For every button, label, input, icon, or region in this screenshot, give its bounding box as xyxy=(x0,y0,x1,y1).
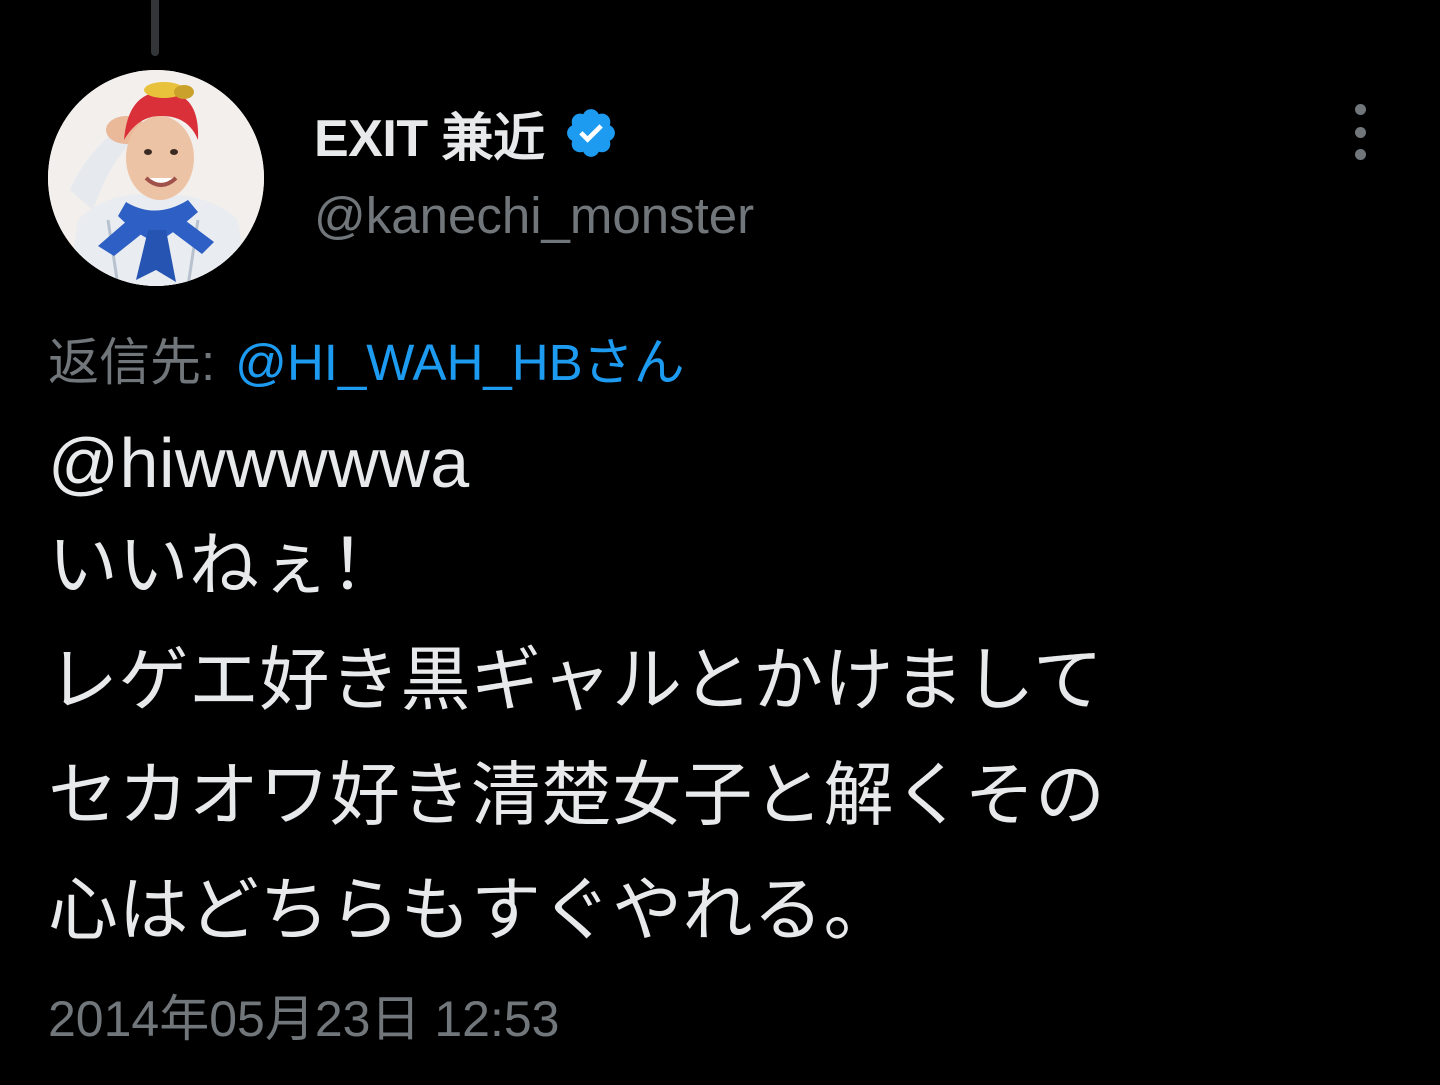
tweet-line: レゲエ好き黒ギャルとかけまして xyxy=(48,641,1104,719)
reply-mention-link[interactable]: @HI_WAH_HBさん xyxy=(235,334,684,391)
tweet-line: いいねぇ！ xyxy=(48,526,401,604)
tweet-header: EXIT 兼近 @kanechi_monster xyxy=(314,96,754,245)
reply-label: 返信先: xyxy=(48,334,216,391)
reply-context: 返信先: @HI_WAH_HBさん xyxy=(48,330,685,396)
more-options-button[interactable] xyxy=(1336,104,1384,160)
display-name[interactable]: EXIT 兼近 xyxy=(314,96,545,171)
avatar[interactable] xyxy=(48,70,264,286)
thread-connector-line xyxy=(151,0,159,56)
verified-badge-icon[interactable] xyxy=(563,105,619,161)
tweet-line: 心はどちらもすぐやれる。 xyxy=(48,871,894,949)
more-dot-icon xyxy=(1354,104,1366,115)
tweet-line: セカオワ好き清楚女子と解くその xyxy=(48,756,1106,834)
more-dot-icon xyxy=(1354,126,1366,138)
tweet-line: @hiwwwwwa xyxy=(48,424,470,502)
user-handle[interactable]: @kanechi_monster xyxy=(314,186,754,245)
profile-photo xyxy=(48,70,264,286)
tweet-text: @hiwwwwwa いいねぇ！ レゲエ好き黒ギャルとかけまして セカオワ好き清楚… xyxy=(48,418,1408,968)
more-dot-icon xyxy=(1354,149,1366,160)
name-row: EXIT 兼近 xyxy=(314,96,754,170)
tweet-timestamp[interactable]: 2014年05月23日 12:53 xyxy=(48,986,559,1052)
